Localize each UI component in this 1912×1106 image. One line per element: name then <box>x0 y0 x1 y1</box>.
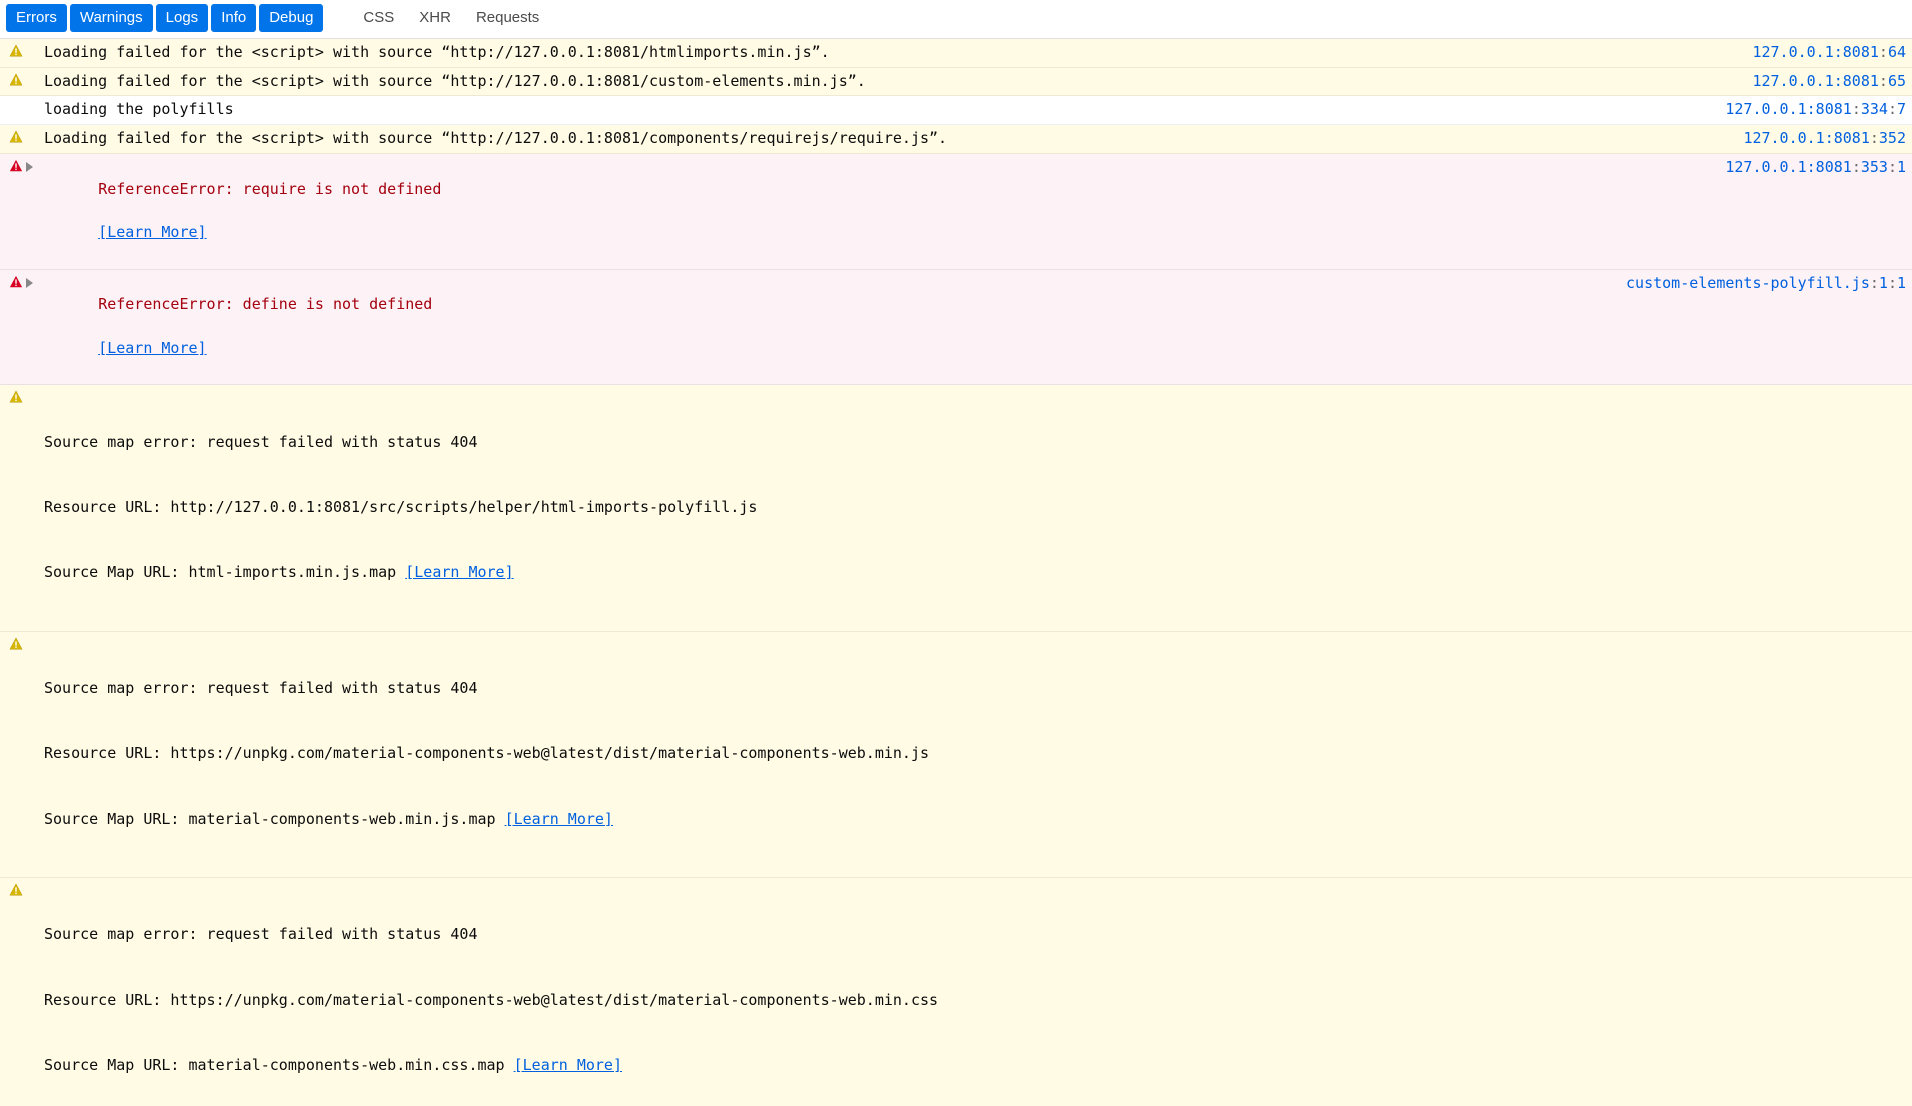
filter-css[interactable]: CSS <box>353 4 404 32</box>
console-row[interactable]: ReferenceError: define is not defined [L… <box>0 270 1912 386</box>
warning-icon <box>6 71 26 87</box>
filter-xhr[interactable]: XHR <box>409 4 461 32</box>
console-messages: Loading failed for the <script> with sou… <box>0 39 1912 1106</box>
console-row[interactable]: Loading failed for the <script> with sou… <box>0 39 1912 68</box>
console-row[interactable]: loading the polyfills 127.0.0.1:80813347 <box>0 96 1912 125</box>
console-row[interactable]: Loading failed for the <script> with sou… <box>0 68 1912 97</box>
message-text: Source map error: request failed with st… <box>42 881 1906 1106</box>
filter-info[interactable]: Info <box>211 4 256 32</box>
learn-more-link[interactable]: [Learn More] <box>98 339 206 357</box>
message-text: ReferenceError: require is not defined [… <box>42 157 1709 266</box>
warning-icon <box>6 128 26 144</box>
warning-icon <box>6 42 26 58</box>
message-text: ReferenceError: define is not defined [L… <box>42 273 1610 382</box>
filter-logs[interactable]: Logs <box>156 4 209 32</box>
learn-more-link[interactable]: [Learn More] <box>405 563 513 581</box>
expand-caret-icon[interactable] <box>26 273 42 288</box>
warning-icon <box>6 388 26 404</box>
message-text: loading the polyfills <box>42 99 1709 121</box>
warning-icon <box>6 881 26 897</box>
filter-requests[interactable]: Requests <box>466 4 549 32</box>
message-text: Loading failed for the <script> with sou… <box>42 42 1736 64</box>
error-icon <box>6 157 26 173</box>
console-row[interactable]: Source map error: request failed with st… <box>0 385 1912 631</box>
message-text: Source map error: request failed with st… <box>42 388 1906 627</box>
message-source[interactable]: 127.0.0.1:808164 <box>1736 42 1906 64</box>
console-filter-toolbar: Errors Warnings Logs Info Debug CSS XHR … <box>0 0 1912 39</box>
filter-warnings[interactable]: Warnings <box>70 4 153 32</box>
message-source[interactable]: 127.0.0.1:80813347 <box>1709 99 1906 121</box>
expand-caret-icon[interactable] <box>26 157 42 172</box>
message-text: Loading failed for the <script> with sou… <box>42 128 1727 150</box>
message-source[interactable]: 127.0.0.1:80813531 <box>1709 157 1906 179</box>
message-source[interactable]: 127.0.0.1:808165 <box>1736 71 1906 93</box>
filter-errors[interactable]: Errors <box>6 4 67 32</box>
message-source[interactable]: 127.0.0.1:8081352 <box>1727 128 1906 150</box>
learn-more-link[interactable]: [Learn More] <box>98 223 206 241</box>
console-row[interactable]: Loading failed for the <script> with sou… <box>0 125 1912 154</box>
learn-more-link[interactable]: [Learn More] <box>505 810 613 828</box>
console-row[interactable]: Source map error: request failed with st… <box>0 878 1912 1106</box>
learn-more-link[interactable]: [Learn More] <box>514 1056 622 1074</box>
message-source[interactable]: custom-elements-polyfill.js11 <box>1610 273 1906 295</box>
warning-icon <box>6 635 26 651</box>
console-row[interactable]: Source map error: request failed with st… <box>0 632 1912 878</box>
console-row[interactable]: ReferenceError: require is not defined [… <box>0 154 1912 270</box>
filter-debug[interactable]: Debug <box>259 4 323 32</box>
error-icon <box>6 273 26 289</box>
message-text: Loading failed for the <script> with sou… <box>42 71 1736 93</box>
message-text: Source map error: request failed with st… <box>42 635 1906 874</box>
